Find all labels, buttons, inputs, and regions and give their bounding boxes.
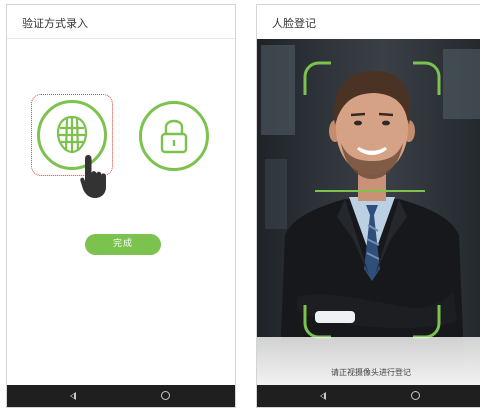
app-header: 人脸登记: [257, 5, 480, 39]
person-portrait: [279, 61, 465, 387]
registration-prompt: 请正视摄像头进行登记: [331, 368, 411, 377]
prompt-overlay: [257, 337, 480, 387]
app-header: 验证方式录入: [7, 5, 235, 39]
phone-screen-face-registration: 人脸登记 请正视摄像头进行登记: [256, 4, 480, 408]
triangle-back-icon[interactable]: [70, 392, 76, 400]
camera-preview: [257, 39, 480, 387]
page-title: 验证方式录入: [22, 17, 88, 30]
circle-home-icon[interactable]: [161, 391, 170, 400]
lock-icon: [160, 119, 188, 154]
system-nav-bar: [257, 385, 480, 407]
password-option[interactable]: [137, 99, 211, 173]
system-nav-bar: [7, 385, 235, 407]
done-button[interactable]: 完成: [85, 234, 161, 255]
triangle-back-icon[interactable]: [320, 392, 326, 400]
page-title: 人脸登记: [272, 17, 316, 30]
password-option-button[interactable]: [139, 101, 209, 171]
pointing-hand-icon: [80, 155, 106, 198]
phone-screen-verification-setup: 验证方式录入 完成: [6, 4, 236, 408]
circle-home-icon[interactable]: [411, 391, 420, 400]
